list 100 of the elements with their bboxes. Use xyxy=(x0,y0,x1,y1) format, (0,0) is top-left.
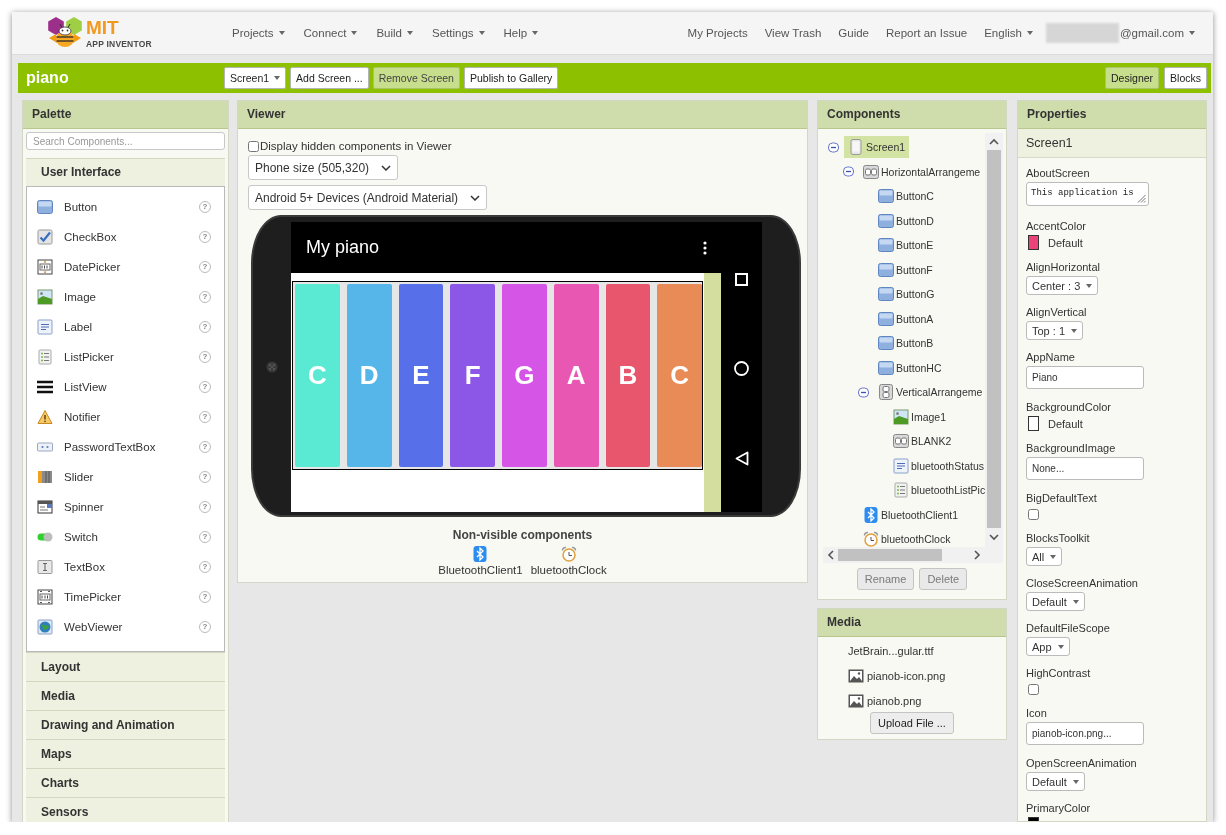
nav-menu[interactable]: Connect xyxy=(303,27,358,39)
tree-node[interactable]: VerticalArrangeme xyxy=(874,381,985,404)
collapse-toggle-icon[interactable] xyxy=(843,166,854,178)
property-field[interactable]: pianob-icon.png... xyxy=(1026,722,1144,745)
color-swatch[interactable] xyxy=(1028,416,1039,431)
home-circle-icon[interactable] xyxy=(734,361,749,376)
property-dropdown[interactable]: Default xyxy=(1026,592,1085,611)
horizontal-scrollbar[interactable] xyxy=(823,547,1003,563)
screen-dropdown[interactable]: Screen1 xyxy=(224,67,287,89)
property-checkbox[interactable] xyxy=(1028,684,1039,695)
view-tab[interactable]: Designer xyxy=(1105,67,1160,89)
kebab-menu-icon[interactable] xyxy=(703,240,707,255)
square-nav-icon[interactable] xyxy=(735,273,748,286)
nav-link[interactable]: My Projects xyxy=(687,27,748,39)
media-file-name[interactable]: pianob.png xyxy=(867,694,922,707)
component-name[interactable]: ListPicker xyxy=(64,351,114,363)
bluetooth-icon[interactable] xyxy=(472,546,489,562)
tree-node[interactable]: bluetoothStatus xyxy=(889,454,985,477)
category-header[interactable]: Charts xyxy=(26,768,225,797)
dropdown-select[interactable]: Android 5+ Devices (Android Material) xyxy=(248,185,488,210)
tree-node[interactable]: bluetoothClock xyxy=(859,528,955,547)
toolbar-button[interactable]: Add Screen ... xyxy=(290,67,369,89)
media-file-name[interactable]: pianob-icon.png xyxy=(867,669,946,682)
upload-file-button[interactable]: Upload File ... xyxy=(870,712,954,734)
category-header[interactable]: User Interface xyxy=(26,158,225,187)
color-value[interactable]: Default xyxy=(1048,417,1083,430)
property-field[interactable]: None... xyxy=(1026,457,1144,480)
non-visible-component[interactable]: BluetoothClient1 xyxy=(438,564,523,576)
component-name[interactable]: ListView xyxy=(64,381,107,393)
tree-node[interactable]: ButtonA xyxy=(874,307,938,330)
checkbox[interactable] xyxy=(248,140,259,152)
component-name[interactable]: CheckBox xyxy=(64,231,117,243)
tree-node[interactable]: ButtonB xyxy=(874,332,938,355)
piano-key[interactable]: B xyxy=(605,284,651,467)
tree-node[interactable]: ButtonE xyxy=(874,234,938,257)
tree-node[interactable]: HorizontalArrangeme xyxy=(859,160,985,183)
tree-node[interactable]: bluetoothListPic xyxy=(889,479,985,502)
collapse-toggle-icon[interactable] xyxy=(828,141,839,153)
component-name[interactable]: Slider xyxy=(64,471,94,483)
component-name[interactable]: Label xyxy=(64,321,93,333)
dropdown-select[interactable]: Phone size (505,320) xyxy=(248,155,399,180)
caret-down-icon xyxy=(406,31,413,35)
tree-node[interactable]: ButtonF xyxy=(874,258,937,281)
color-swatch[interactable] xyxy=(1028,235,1039,250)
nav-link[interactable]: Report an Issue xyxy=(886,27,968,39)
piano-key[interactable]: E xyxy=(398,284,444,467)
category-header[interactable]: Media xyxy=(26,681,225,710)
account-dropdown[interactable]: @gmail.com xyxy=(1119,27,1195,39)
text-area[interactable]: This application is xyxy=(1026,182,1149,206)
component-name[interactable]: WebViewer xyxy=(64,621,123,633)
property-dropdown[interactable]: Center : 3 xyxy=(1026,276,1099,295)
nav-menu[interactable]: Help xyxy=(503,27,539,39)
component-name[interactable]: Spinner xyxy=(64,501,104,513)
nav-menu[interactable]: Build xyxy=(376,27,413,39)
nav-menu[interactable]: Settings xyxy=(431,27,485,39)
nav-menu[interactable]: Projects xyxy=(232,27,285,39)
piano-key[interactable]: F xyxy=(450,284,495,467)
language-dropdown[interactable]: English xyxy=(984,27,1033,39)
tree-node[interactable]: BluetoothClient1 xyxy=(859,503,963,526)
category-header[interactable]: Layout xyxy=(26,652,225,681)
component-name[interactable]: PasswordTextBox xyxy=(64,441,156,453)
property-dropdown[interactable]: Top : 1 xyxy=(1026,321,1084,340)
search-field[interactable]: Search Components... xyxy=(26,132,225,150)
hexagon-bee-logo-icon[interactable] xyxy=(45,16,85,50)
property-dropdown[interactable]: All xyxy=(1026,547,1063,566)
tree-node[interactable]: ButtonD xyxy=(874,209,938,232)
nav-link[interactable]: View Trash xyxy=(764,27,822,39)
tree-node[interactable]: Screen1 xyxy=(844,136,910,159)
component-name[interactable]: Switch xyxy=(64,531,98,543)
category-header[interactable]: Sensors xyxy=(26,797,225,822)
property-dropdown[interactable]: App xyxy=(1026,637,1070,656)
property-field[interactable]: Piano xyxy=(1026,366,1144,389)
tree-node[interactable]: ButtonG xyxy=(874,283,939,306)
property-checkbox[interactable] xyxy=(1028,509,1039,520)
resize-grip-icon[interactable] xyxy=(1137,194,1146,203)
category-header[interactable]: Maps xyxy=(26,739,225,768)
checkbox-label[interactable]: Display hidden components in Viewer xyxy=(260,140,452,152)
alarm-clock-icon[interactable] xyxy=(560,546,577,562)
collapse-toggle-icon[interactable] xyxy=(858,386,869,398)
logo-subtitle[interactable]: APP INVENTOR xyxy=(86,39,152,49)
nav-link[interactable]: Guide xyxy=(838,27,869,39)
tree-node[interactable]: ButtonC xyxy=(874,185,938,208)
property-dropdown[interactable]: Default xyxy=(1026,772,1085,791)
tree-node[interactable]: ButtonHC xyxy=(874,356,946,379)
media-file-name[interactable]: JetBrain...gular.ttf xyxy=(848,644,934,657)
component-name[interactable]: Image xyxy=(64,291,96,303)
tree-node[interactable]: BLANK2 xyxy=(889,430,956,453)
component-name[interactable]: Button xyxy=(64,201,98,213)
color-value[interactable]: Default xyxy=(1048,236,1083,249)
component-name[interactable]: TextBox xyxy=(64,561,105,573)
component-name[interactable]: TimePicker xyxy=(64,591,122,603)
tree-node[interactable]: Image1 xyxy=(889,405,951,428)
view-tab[interactable]: Blocks xyxy=(1164,67,1207,89)
vertical-scrollbar[interactable] xyxy=(985,133,1003,547)
component-name[interactable]: DatePicker xyxy=(64,261,121,273)
back-triangle-icon[interactable] xyxy=(734,451,749,466)
component-name[interactable]: Notifier xyxy=(64,411,101,423)
non-visible-component[interactable]: bluetoothClock xyxy=(530,564,607,576)
toolbar-button[interactable]: Publish to Gallery xyxy=(463,67,559,89)
category-header[interactable]: Drawing and Animation xyxy=(26,710,225,739)
